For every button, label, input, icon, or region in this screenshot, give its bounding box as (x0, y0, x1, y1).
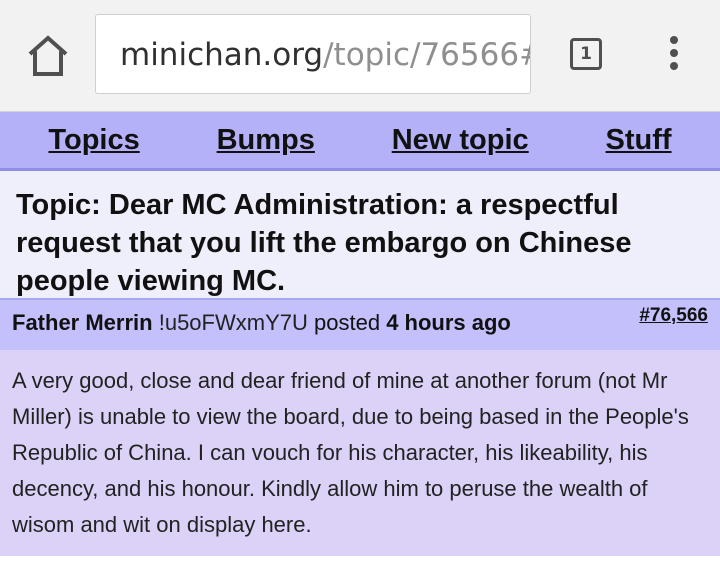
post-tripcode: !u5oFWxmY7U (158, 310, 308, 335)
url-host: minichan.org (120, 37, 324, 73)
tab-switcher-icon[interactable]: 1 (570, 38, 602, 70)
nav-bumps[interactable]: Bumps (217, 124, 315, 157)
topic-header: Topic: Dear MC Administration: a respect… (0, 171, 720, 298)
post-id-link[interactable]: #76,566 (639, 305, 708, 327)
nav-new-topic[interactable]: New topic (392, 124, 529, 157)
site-nav: Topics Bumps New topic Stuff (0, 112, 720, 171)
overflow-menu-icon[interactable] (664, 36, 684, 74)
post-header: Father Merrin !u5oFWxmY7U posted 4 hours… (0, 298, 720, 350)
post-time: 4 hours ago (386, 310, 511, 335)
post-author[interactable]: Father Merrin (12, 310, 153, 335)
post-body: A very good, close and dear friend of mi… (0, 350, 720, 556)
url-path: /topic/76566# (323, 37, 531, 73)
browser-toolbar: minichan.org/topic/76566# 1 (0, 0, 720, 112)
topic-title: Topic: Dear MC Administration: a respect… (16, 189, 632, 297)
address-bar[interactable]: minichan.org/topic/76566# (95, 14, 531, 94)
home-icon[interactable] (24, 32, 72, 80)
nav-topics[interactable]: Topics (48, 124, 139, 157)
nav-stuff[interactable]: Stuff (606, 124, 672, 157)
posted-label: posted (314, 310, 381, 335)
